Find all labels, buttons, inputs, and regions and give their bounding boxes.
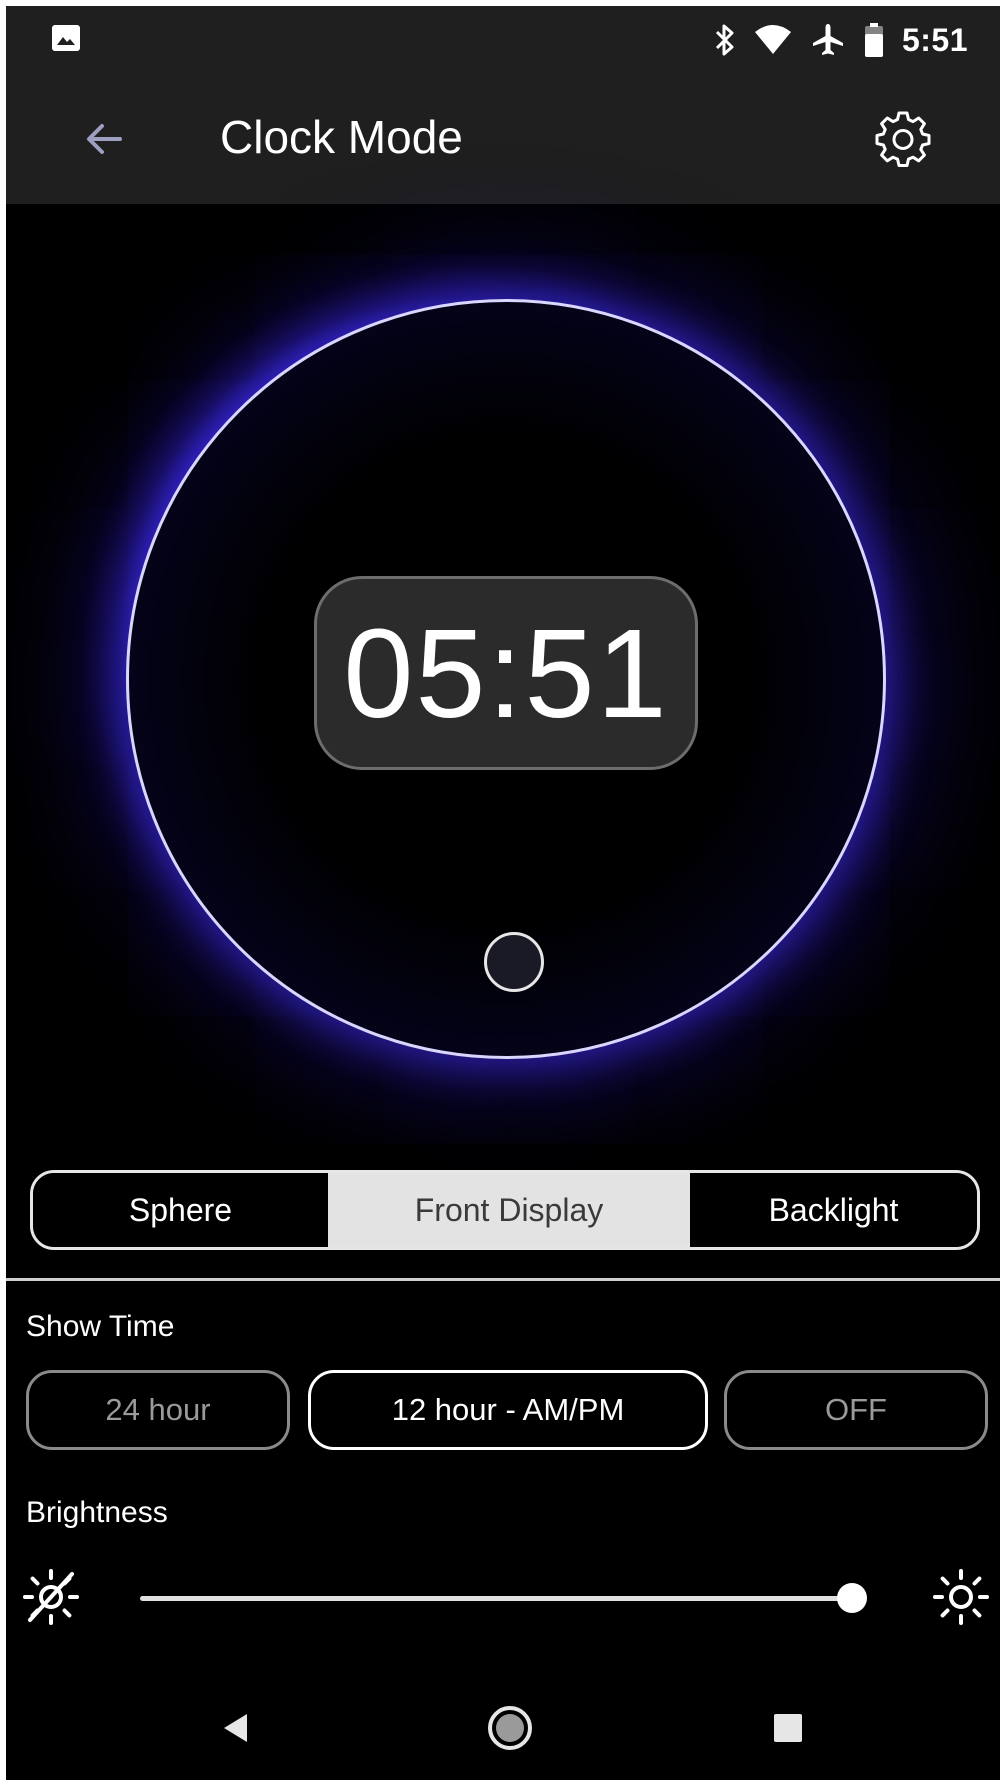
nav-recents-button[interactable] — [758, 1698, 818, 1758]
navigation-bar — [6, 1676, 1000, 1780]
option-12-hour[interactable]: 12 hour - AM/PM — [308, 1370, 708, 1450]
divider — [6, 1278, 1000, 1281]
nav-recents-icon — [774, 1714, 802, 1742]
sphere-button[interactable] — [484, 932, 544, 992]
gear-icon — [875, 111, 931, 167]
tab-front-display[interactable]: Front Display — [328, 1173, 690, 1247]
battery-icon — [864, 23, 883, 57]
nav-back-icon — [224, 1714, 247, 1742]
tab-sphere[interactable]: Sphere — [33, 1173, 328, 1247]
brightness-slider-thumb[interactable] — [837, 1583, 867, 1613]
tab-backlight[interactable]: Backlight — [690, 1173, 977, 1247]
page-title: Clock Mode — [220, 111, 463, 163]
phone-screen: 5:51 Clock Mode 05:51 Sphere Front Displ… — [6, 6, 1000, 1780]
clock-time: 05:51 — [343, 602, 669, 744]
show-time-label: Show Time — [26, 1310, 175, 1343]
brightness-label: Brightness — [26, 1496, 168, 1529]
option-24-hour[interactable]: 24 hour — [26, 1370, 290, 1450]
back-button[interactable] — [76, 111, 132, 167]
airplane-icon — [812, 24, 843, 55]
bluetooth-icon — [715, 24, 734, 56]
app-bar: Clock Mode — [6, 74, 1000, 204]
brightness-slider[interactable] — [140, 1583, 867, 1613]
brightness-high-icon — [933, 1569, 989, 1625]
brightness-off-icon — [23, 1569, 79, 1625]
display-tabs: Sphere Front Display Backlight — [30, 1170, 980, 1250]
nav-home-icon — [488, 1706, 532, 1750]
status-time: 5:51 — [901, 21, 968, 58]
arrow-left-icon — [87, 124, 122, 154]
status-bar: 5:51 — [6, 6, 1000, 74]
clock-display: 05:51 — [314, 576, 698, 770]
nav-back-button[interactable] — [206, 1698, 266, 1758]
settings-button[interactable] — [872, 108, 934, 170]
image-icon — [52, 25, 80, 51]
status-icons: 5:51 — [714, 18, 968, 62]
sphere-preview: 05:51 — [6, 204, 1000, 1164]
wifi-icon — [754, 25, 791, 54]
nav-home-button[interactable] — [480, 1698, 540, 1758]
option-off[interactable]: OFF — [724, 1370, 988, 1450]
